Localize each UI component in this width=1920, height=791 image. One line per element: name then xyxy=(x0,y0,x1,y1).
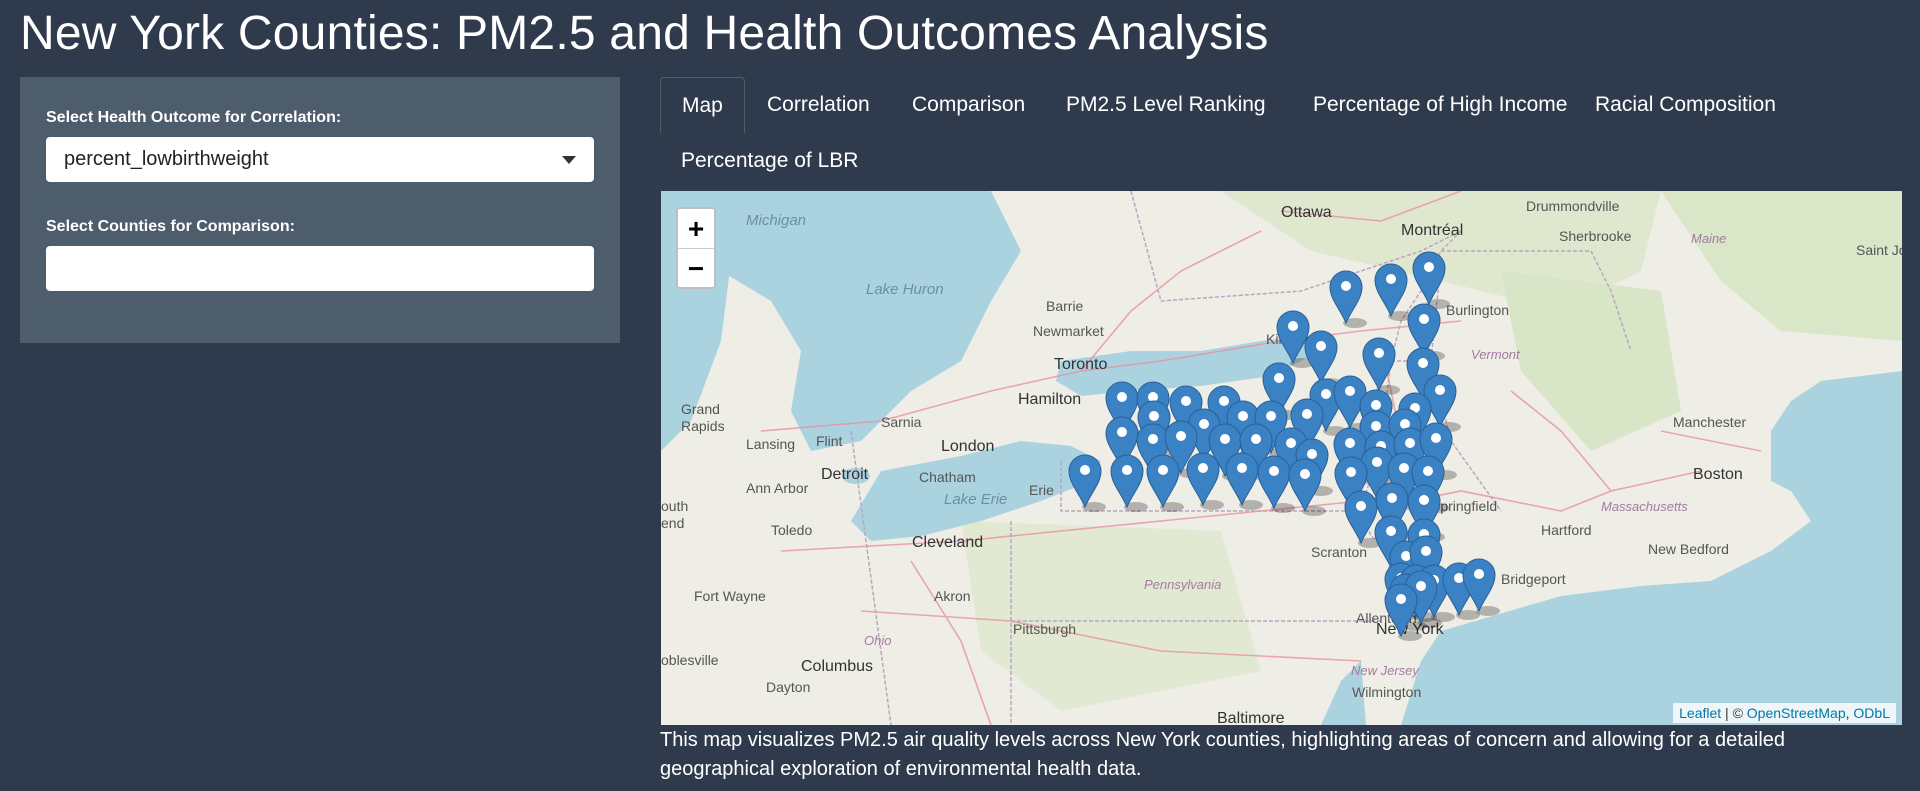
health-outcome-label: Select Health Outcome for Correlation: xyxy=(46,109,342,126)
map-label-lansing: Lansing xyxy=(746,436,795,452)
attribution-separator: | © xyxy=(1721,705,1747,721)
odbl-link[interactable]: ODbL xyxy=(1853,705,1890,721)
zoom-in-button[interactable]: + xyxy=(678,209,714,248)
map-label-newmarket: Newmarket xyxy=(1033,323,1104,339)
map-label-london: London xyxy=(941,438,994,455)
map-label-ottawa: Ottawa xyxy=(1281,204,1332,221)
map-label-baltimore: Baltimore xyxy=(1217,710,1285,725)
leaflet-map[interactable]: Ottawa Montréal Drummondville Sherbrooke… xyxy=(661,191,1902,725)
map-label-end: end xyxy=(661,515,684,531)
tab-high-income[interactable]: Percentage of High Income xyxy=(1292,77,1588,133)
map-label-grand: Grand xyxy=(681,401,720,417)
map-label-new-bedford: New Bedford xyxy=(1648,541,1729,557)
map-label-pennsylvania: Pennsylvania xyxy=(1144,577,1221,592)
health-outcome-select[interactable]: percent_lowbirthweight xyxy=(46,137,594,182)
map-label-ann-arbor: Ann Arbor xyxy=(746,480,809,496)
zoom-control: + − xyxy=(676,207,716,289)
map-label-ohio: Ohio xyxy=(864,633,891,648)
map-tiles: Ottawa Montréal Drummondville Sherbrooke… xyxy=(661,191,1902,725)
openstreetmap-link[interactable]: OpenStreetMap xyxy=(1747,705,1846,721)
map-description: This map visualizes PM2.5 air quality le… xyxy=(660,729,1786,780)
health-outcome-value: percent_lowbirthweight xyxy=(64,148,269,170)
tab-racial-composition[interactable]: Racial Composition xyxy=(1574,77,1797,133)
map-label-dayton: Dayton xyxy=(766,679,810,695)
map-label-oblesville: oblesville xyxy=(661,652,719,668)
map-label-columbus: Columbus xyxy=(801,658,873,675)
leaflet-link[interactable]: Leaflet xyxy=(1679,705,1721,721)
map-label-drummondville: Drummondville xyxy=(1526,198,1620,214)
map-label-outh: outh xyxy=(661,498,688,514)
map-label-hartford: Hartford xyxy=(1541,522,1592,538)
map-label-akron: Akron xyxy=(934,588,971,604)
tab-pm25-ranking[interactable]: PM2.5 Level Ranking xyxy=(1045,77,1287,133)
map-label-barrie: Barrie xyxy=(1046,298,1084,314)
map-label-sarnia: Sarnia xyxy=(881,414,922,430)
map-label-lake-erie: Lake Erie xyxy=(944,491,1007,508)
map-label-sherbrooke: Sherbrooke xyxy=(1559,228,1632,244)
map-label-bridgeport: Bridgeport xyxy=(1501,571,1566,587)
map-label-montreal: Montréal xyxy=(1401,222,1463,239)
map-label-new-jersey: New Jersey xyxy=(1351,663,1420,678)
tab-map[interactable]: Map xyxy=(660,77,745,133)
map-label-manchester: Manchester xyxy=(1673,414,1746,430)
map-label-flint: Flint xyxy=(816,433,843,449)
map-attribution: Leaflet | © OpenStreetMap, ODbL xyxy=(1673,703,1896,723)
map-label-massachusetts: Massachusetts xyxy=(1601,499,1688,514)
sidebar-panel: Select Health Outcome for Correlation: p… xyxy=(20,77,620,343)
tab-correlation[interactable]: Correlation xyxy=(746,77,891,133)
page-title: New York Counties: PM2.5 and Health Outc… xyxy=(20,7,1269,60)
map-label-hamilton: Hamilton xyxy=(1018,391,1081,408)
tab-comparison[interactable]: Comparison xyxy=(891,77,1046,133)
counties-select-input[interactable] xyxy=(46,246,594,291)
map-label-vermont: Vermont xyxy=(1471,347,1521,362)
map-label-chatham: Chatham xyxy=(919,469,976,485)
map-label-cleveland: Cleveland xyxy=(912,534,983,551)
map-label-scranton: Scranton xyxy=(1311,544,1367,560)
map-label-detroit: Detroit xyxy=(821,466,869,483)
map-label-rapids: Rapids xyxy=(681,418,725,434)
map-label-fort-wayne: Fort Wayne xyxy=(694,588,766,604)
map-label-lake-huron: Lake Huron xyxy=(866,281,944,298)
counties-label: Select Counties for Comparison: xyxy=(46,218,295,235)
map-label-burlington: Burlington xyxy=(1446,302,1509,318)
map-label-toledo: Toledo xyxy=(771,522,812,538)
map-label-toronto: Toronto xyxy=(1054,356,1107,373)
map-label-pittsburgh: Pittsburgh xyxy=(1013,621,1076,637)
map-label-boston: Boston xyxy=(1693,466,1743,483)
map-label-wilmington: Wilmington xyxy=(1352,684,1421,700)
tab-percentage-lbr[interactable]: Percentage of LBR xyxy=(660,133,879,189)
map-label-erie: Erie xyxy=(1029,482,1054,498)
map-label-michigan: Michigan xyxy=(746,212,806,229)
map-label-saint-jo: Saint Jo xyxy=(1856,242,1902,258)
chevron-down-icon xyxy=(562,155,576,164)
zoom-out-button[interactable]: − xyxy=(678,248,714,288)
map-label-maine: Maine xyxy=(1691,231,1726,246)
